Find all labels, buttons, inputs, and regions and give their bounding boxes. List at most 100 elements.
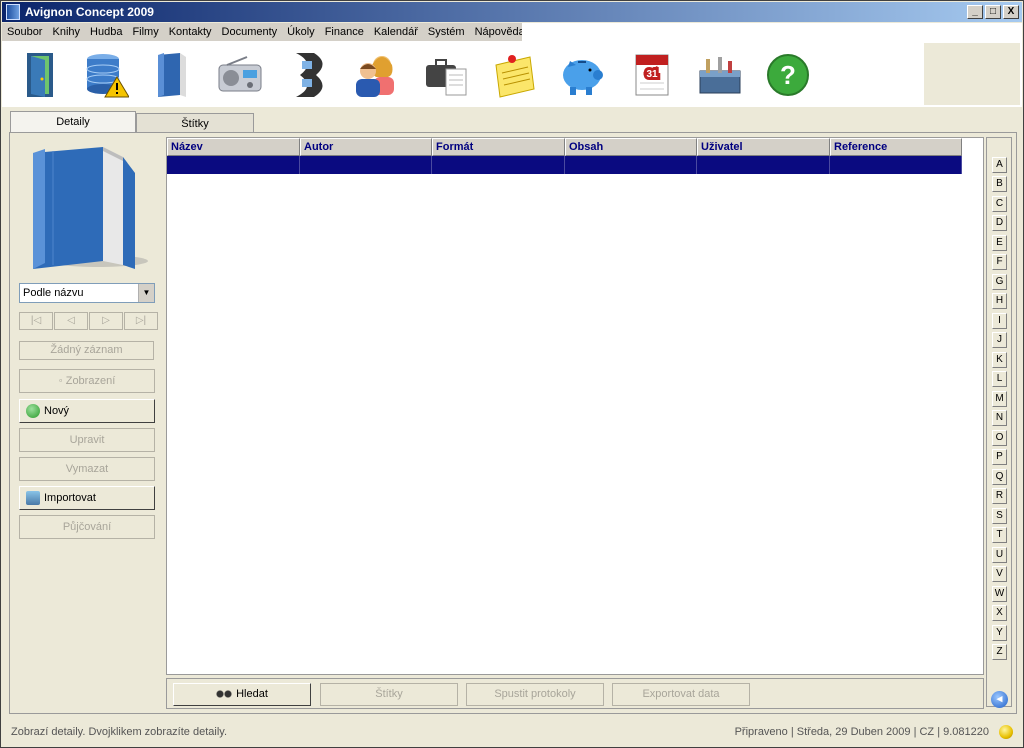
view-button[interactable]: ◦ Zobrazení: [19, 369, 155, 393]
import-button-label: Importovat: [44, 492, 96, 504]
column-header-format[interactable]: Formát: [432, 138, 565, 156]
first-record-button[interactable]: |◁: [19, 312, 53, 330]
menu-bar-fill: [522, 23, 1022, 41]
calendar-icon[interactable]: 31: [628, 49, 676, 101]
menu-finance[interactable]: Finance: [320, 23, 369, 41]
radio-icon[interactable]: [216, 49, 264, 101]
letter-x-button[interactable]: X: [992, 605, 1007, 621]
view-button-label: Zobrazení: [65, 375, 116, 387]
view-prefix: ◦: [58, 375, 63, 387]
letter-t-button[interactable]: T: [992, 527, 1007, 543]
letter-n-button[interactable]: N: [992, 410, 1007, 426]
menu-system[interactable]: Systém: [423, 23, 470, 41]
window-title: Avignon Concept 2009: [25, 5, 154, 19]
lend-button[interactable]: Půjčování: [19, 515, 155, 539]
help-icon[interactable]: ?: [764, 49, 812, 101]
contacts-icon[interactable]: [352, 49, 400, 101]
letter-k-button[interactable]: K: [992, 352, 1007, 368]
tab-stitky[interactable]: Štítky: [136, 113, 254, 132]
sort-dropdown-value: Podle názvu: [23, 287, 84, 299]
sort-dropdown[interactable]: Podle názvu ▼: [19, 283, 155, 303]
record-status: Žádný záznam: [19, 341, 154, 360]
tags-button[interactable]: Štítky: [320, 683, 458, 706]
letter-w-button[interactable]: W: [992, 586, 1007, 602]
tab-detaily[interactable]: Detaily: [10, 111, 136, 133]
run-logs-button[interactable]: Spustit protokoly: [466, 683, 604, 706]
letter-z-button[interactable]: Z: [992, 644, 1007, 660]
table-header: Název Autor Formát Obsah Uživatel Refere…: [167, 138, 962, 156]
table-cell: [300, 156, 432, 174]
menu-kalendar[interactable]: Kalendář: [369, 23, 423, 41]
column-header-reference[interactable]: Reference: [830, 138, 962, 156]
close-button[interactable]: X: [1003, 5, 1019, 19]
letter-y-button[interactable]: Y: [992, 625, 1007, 641]
notes-icon[interactable]: [490, 49, 538, 101]
menu-documenty[interactable]: Documenty: [217, 23, 283, 41]
menu-napoveda[interactable]: Nápověda: [470, 23, 530, 41]
chevron-down-icon[interactable]: ▼: [138, 284, 154, 302]
letter-p-button[interactable]: P: [992, 449, 1007, 465]
table-cell: [432, 156, 565, 174]
toolbar: 31 ?: [2, 41, 1022, 107]
column-header-nazev[interactable]: Název: [167, 138, 300, 156]
menu-knihy[interactable]: Knihy: [47, 23, 85, 41]
letter-a-button[interactable]: A: [992, 157, 1007, 173]
letter-c-button[interactable]: C: [992, 196, 1007, 212]
letter-g-button[interactable]: G: [992, 274, 1007, 290]
letter-v-button[interactable]: V: [992, 566, 1007, 582]
status-bar: Zobrazí detaily. Dvojklikem zobrazíte de…: [2, 718, 1022, 746]
letter-e-button[interactable]: E: [992, 235, 1007, 251]
minimize-button[interactable]: _: [967, 5, 983, 19]
next-record-button[interactable]: ▷: [89, 312, 123, 330]
back-arrow-icon[interactable]: ◂: [991, 691, 1008, 708]
menu-ukoly[interactable]: Úkoly: [282, 23, 320, 41]
letter-m-button[interactable]: M: [992, 391, 1007, 407]
title-bar: Avignon Concept 2009 _ □ X: [2, 2, 1022, 22]
import-button[interactable]: Importovat: [19, 486, 155, 510]
letter-h-button[interactable]: H: [992, 293, 1007, 309]
edit-button[interactable]: Upravit: [19, 428, 155, 452]
new-button-label: Nový: [44, 405, 70, 417]
previous-record-button[interactable]: ◁: [54, 312, 88, 330]
database-warning-icon[interactable]: [82, 49, 130, 101]
app-window: Avignon Concept 2009 _ □ X Soubor Knihy …: [0, 0, 1024, 748]
column-header-autor[interactable]: Autor: [300, 138, 432, 156]
app-book-icon: [6, 4, 20, 20]
delete-button[interactable]: Vymazat: [19, 457, 155, 481]
toolbox-icon[interactable]: [696, 49, 744, 101]
search-button[interactable]: Hledat: [173, 683, 311, 706]
status-hint: Zobrazí detaily. Dvojklikem zobrazíte de…: [11, 726, 228, 738]
letter-s-button[interactable]: S: [992, 508, 1007, 524]
menu-hudba[interactable]: Hudba: [85, 23, 127, 41]
new-button[interactable]: Nový: [19, 399, 155, 423]
letter-f-button[interactable]: F: [992, 254, 1007, 270]
books-icon[interactable]: [148, 49, 196, 101]
letter-r-button[interactable]: R: [992, 488, 1007, 504]
maximize-button[interactable]: □: [985, 5, 1001, 19]
piggy-bank-icon[interactable]: [558, 49, 606, 101]
alphabet-filter: A B C D E F G H I J K L M N O P Q R S T …: [986, 137, 1012, 708]
door-icon[interactable]: [16, 49, 64, 101]
menu-filmy[interactable]: Filmy: [127, 23, 163, 41]
film-icon[interactable]: [282, 49, 330, 101]
letter-i-button[interactable]: I: [992, 313, 1007, 329]
menu-soubor[interactable]: Soubor: [2, 23, 47, 41]
records-table[interactable]: Název Autor Formát Obsah Uživatel Refere…: [166, 137, 984, 675]
letter-d-button[interactable]: D: [992, 215, 1007, 231]
last-record-button[interactable]: ▷|: [124, 312, 158, 330]
table-row[interactable]: [167, 156, 962, 174]
letter-l-button[interactable]: L: [992, 371, 1007, 387]
briefcase-document-icon[interactable]: [422, 49, 470, 101]
export-data-button[interactable]: Exportovat data: [612, 683, 750, 706]
letter-j-button[interactable]: J: [992, 332, 1007, 348]
column-header-uzivatel[interactable]: Uživatel: [697, 138, 830, 156]
menu-kontakty[interactable]: Kontakty: [164, 23, 217, 41]
column-header-obsah[interactable]: Obsah: [565, 138, 697, 156]
letter-u-button[interactable]: U: [992, 547, 1007, 563]
svg-text:?: ?: [780, 60, 796, 90]
letter-q-button[interactable]: Q: [992, 469, 1007, 485]
letter-b-button[interactable]: B: [992, 176, 1007, 192]
table-cell: [697, 156, 830, 174]
letter-o-button[interactable]: O: [992, 430, 1007, 446]
record-navigation: |◁ ◁ ▷ ▷|: [19, 312, 158, 330]
